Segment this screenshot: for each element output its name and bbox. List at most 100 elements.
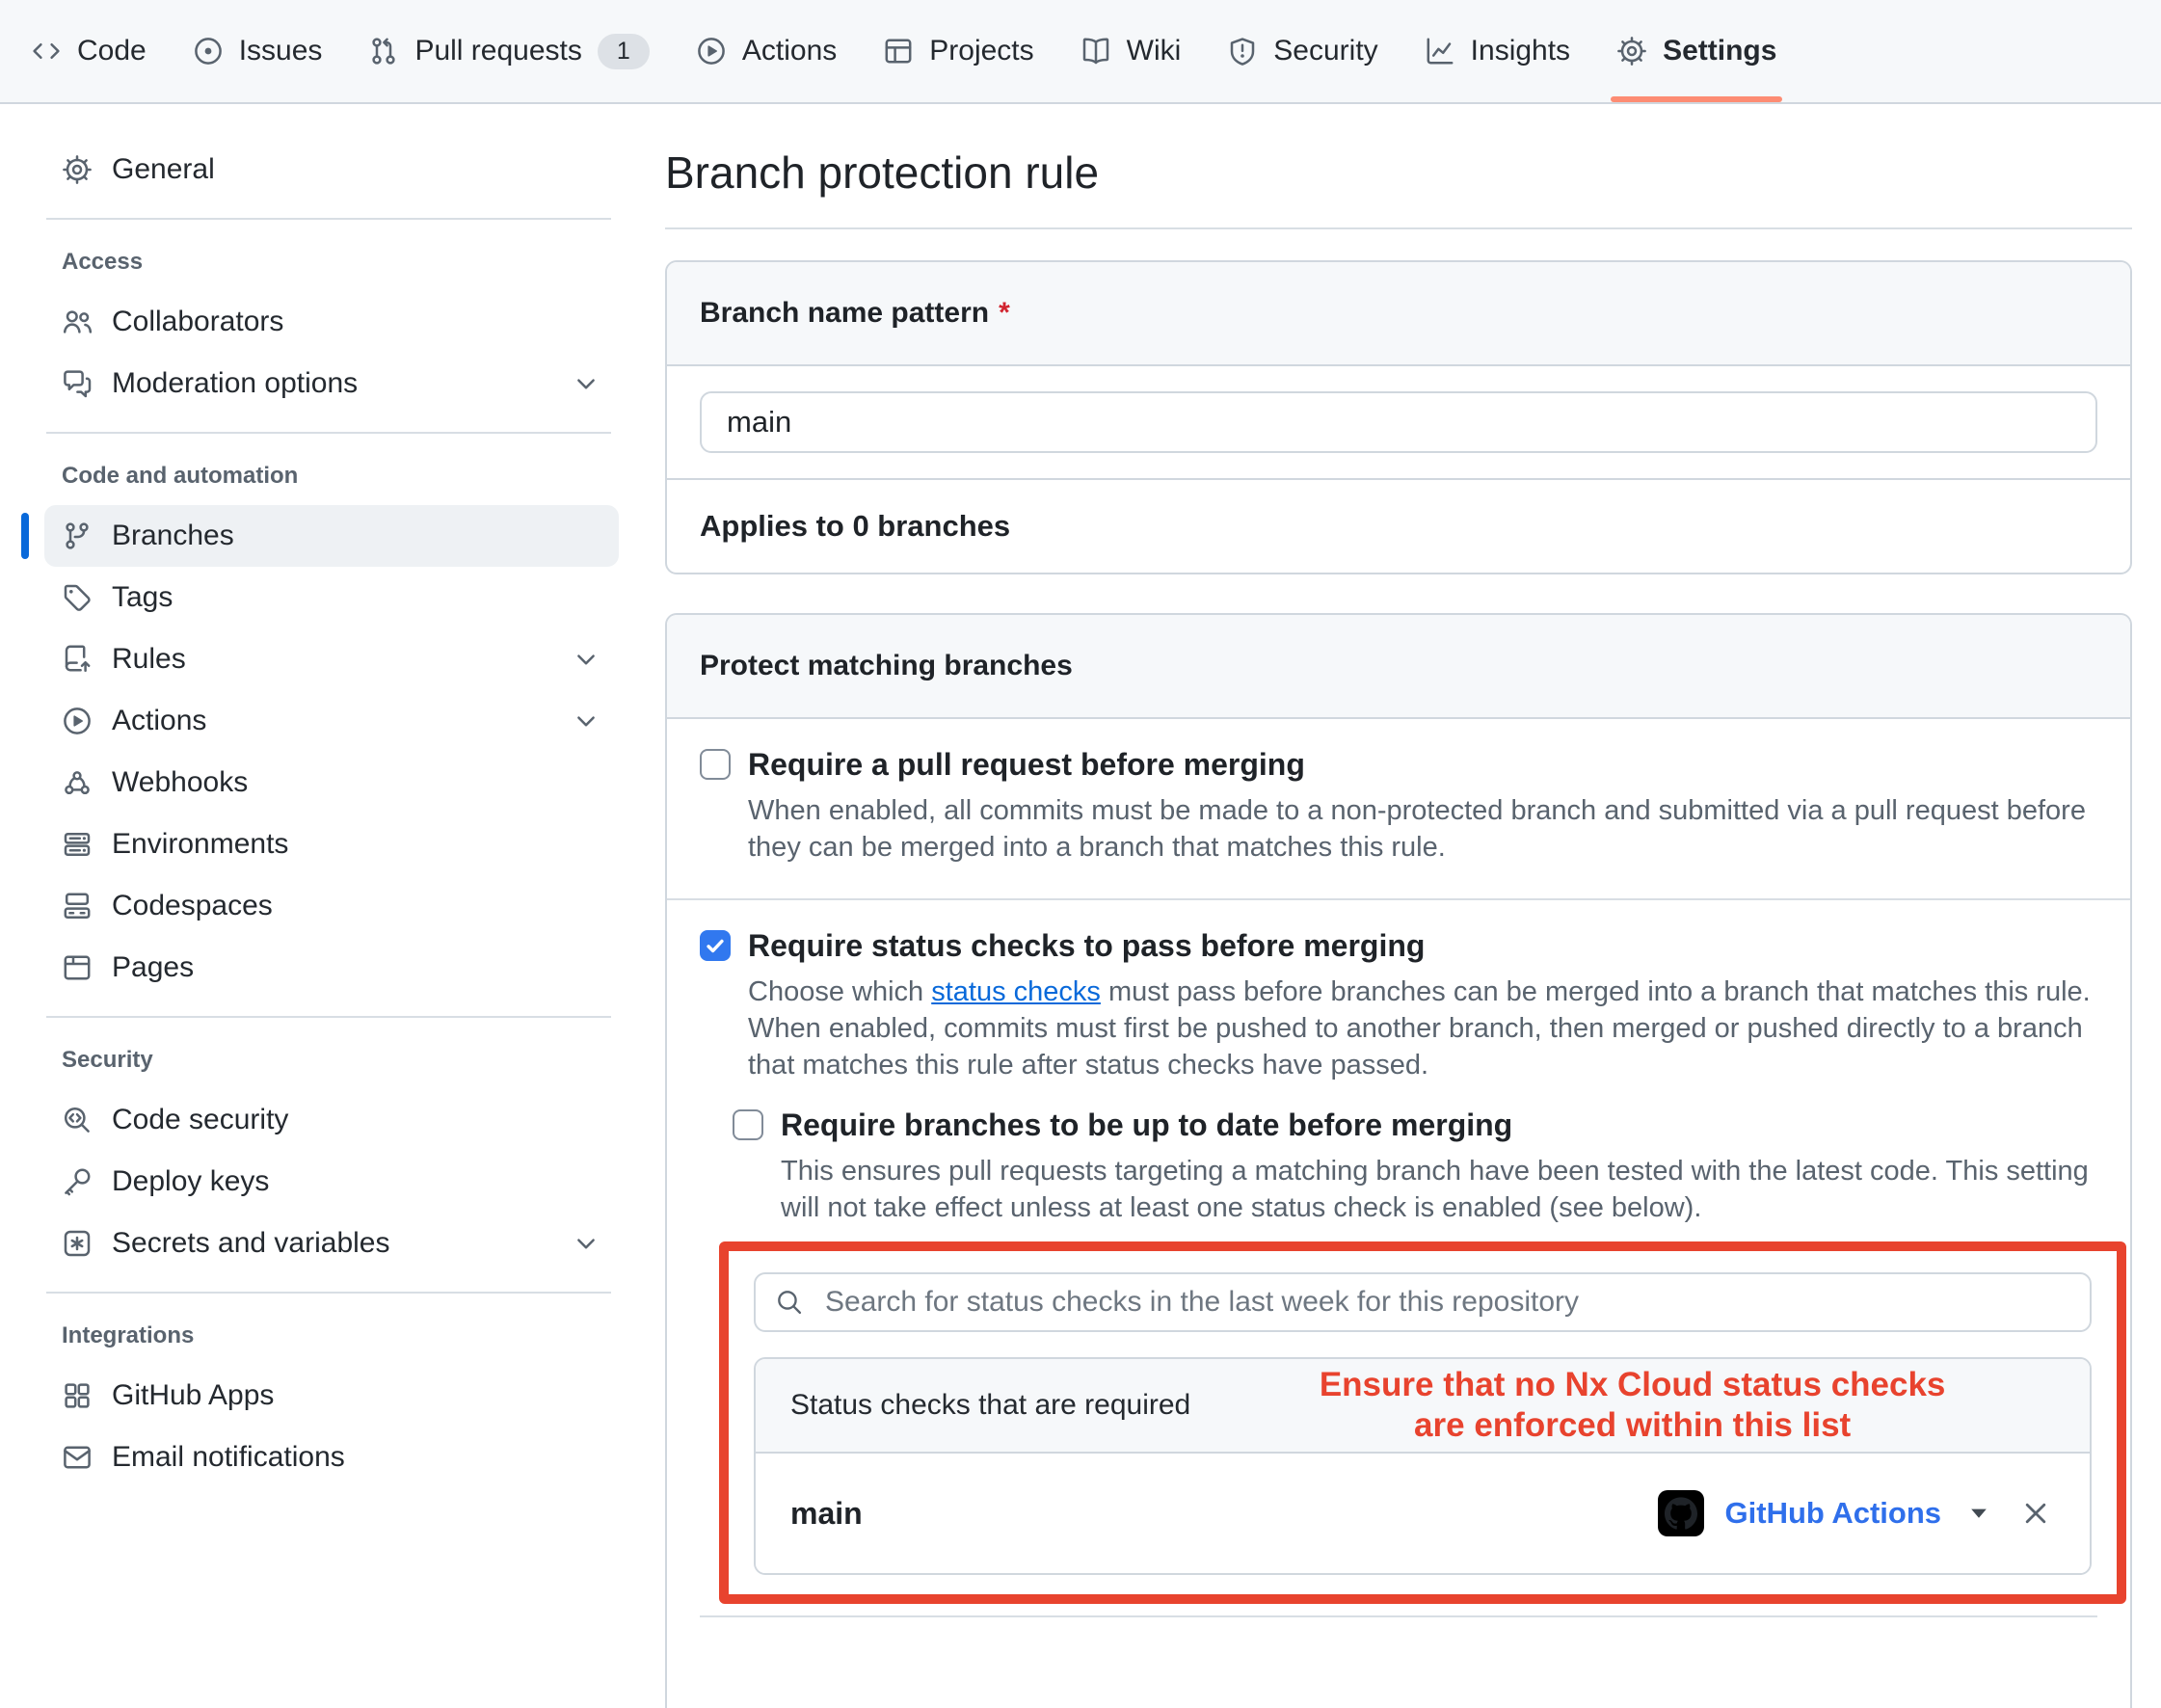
annotation-text: Ensure that no Nx Cloud status checks ar… [1190,1365,2055,1446]
mail-icon [62,1442,93,1473]
status-checks-list-header: Status checks that are required Ensure t… [756,1359,2090,1454]
require-up-to-date-option: Require branches to be up to date before… [733,1105,2097,1226]
issue-opened-icon [193,36,224,67]
sidebar-item-label: GitHub Apps [112,1379,274,1412]
tab-settings[interactable]: Settings [1597,0,1796,102]
sidebar-item-label: Secrets and variables [112,1227,390,1260]
close-icon [2020,1498,2051,1529]
sidebar-item-general[interactable]: General [44,139,619,200]
sidebar-item-github-apps[interactable]: GitHub Apps [44,1365,619,1427]
people-icon [62,307,93,337]
sidebar-item-label: Rules [112,643,186,676]
required-asterisk: * [999,297,1010,329]
sidebar-item-label: Actions [112,705,206,737]
tab-label: Projects [929,35,1033,67]
tab-wiki[interactable]: Wiki [1061,0,1201,102]
sidebar-item-codespaces[interactable]: Codespaces [44,875,619,937]
tab-issues[interactable]: Issues [173,0,342,102]
option-description: When enabled, all commits must be made t… [748,792,2097,866]
rules-icon [62,644,93,675]
remove-status-check-button[interactable] [2016,1494,2055,1533]
require-up-to-date-checkbox[interactable] [733,1109,763,1140]
sidebar-section-code-and-automation: Code and automation [62,463,601,490]
status-check-name: main [790,1496,863,1532]
sidebar-item-environments[interactable]: Environments [44,814,619,875]
tab-label: Issues [239,35,323,67]
branch-name-pattern-label: Branch name pattern [700,297,989,329]
status-checks-search-input[interactable] [754,1272,2092,1332]
option-label: Require a pull request before merging [748,744,2097,785]
sidebar-item-label: Environments [112,828,288,861]
tab-label: Insights [1471,35,1570,67]
tab-actions[interactable]: Actions [677,0,856,102]
github-actions-app-link[interactable]: GitHub Actions [1725,1496,1941,1531]
play-icon [62,706,93,736]
tab-label: Code [77,35,147,67]
sidebar-item-pages[interactable]: Pages [44,937,619,999]
tab-label: Pull requests [414,35,581,67]
subhead-divider [665,227,2132,229]
protect-matching-branches-header: Protect matching branches [667,615,2130,719]
code-icon [31,36,62,67]
sidebar-item-label: Webhooks [112,766,248,799]
tab-pull-requests[interactable]: Pull requests 1 [349,0,668,102]
require-status-checks-option: Require status checks to pass before mer… [667,898,2130,1708]
sidebar-item-label: Collaborators [112,306,283,338]
tab-label: Wiki [1127,35,1182,67]
repo-tab-bar: Code Issues Pull requests 1 Actions Proj… [0,0,2161,104]
codescan-icon [62,1105,93,1135]
require-status-checks-checkbox[interactable] [700,930,731,961]
search-icon [775,1288,804,1317]
github-mark-icon [1658,1490,1704,1536]
chevron-down-icon [571,706,601,736]
next-option-divider [700,1615,2097,1675]
check-icon [704,934,727,957]
applies-to-branches-text: Applies to 0 branches [667,478,2130,573]
table-icon [883,36,914,67]
sidebar-item-moderation-options[interactable]: Moderation options [44,353,619,414]
tab-insights[interactable]: Insights [1405,0,1589,102]
codespaces-icon [62,891,93,921]
sidebar-item-branches[interactable]: Branches [44,505,619,567]
shield-icon [1227,36,1258,67]
status-check-source-dropdown[interactable] [1962,1497,1995,1530]
sidebar-item-label: Deploy keys [112,1165,269,1198]
sidebar-item-tags[interactable]: Tags [44,567,619,628]
option-description: This ensures pull requests targeting a m… [781,1153,2097,1226]
branch-name-pattern-input[interactable] [700,391,2097,453]
tab-code[interactable]: Code [12,0,166,102]
status-checks-search [754,1272,2092,1332]
protect-matching-branches-card: Protect matching branches Require a pull… [665,613,2132,1708]
git-pull-request-icon [368,36,399,67]
tab-projects[interactable]: Projects [864,0,1053,102]
description-text: Choose which [748,976,931,1007]
sidebar-item-label: Branches [112,520,234,552]
sidebar-item-label: Tags [112,581,173,614]
status-checks-link[interactable]: status checks [931,976,1101,1007]
tab-label: Security [1273,35,1377,67]
asterisk-box-icon [62,1228,93,1259]
sidebar-item-actions[interactable]: Actions [44,690,619,752]
chevron-down-icon [571,644,601,675]
sidebar-item-secrets-and-variables[interactable]: Secrets and variables [44,1213,619,1274]
pull-requests-count-badge: 1 [598,34,650,69]
tab-security[interactable]: Security [1208,0,1397,102]
tag-icon [62,582,93,613]
sidebar-item-label: Moderation options [112,367,358,400]
option-description: Choose which status checks must pass bef… [748,974,2097,1083]
sidebar-divider [46,218,611,220]
sidebar-item-email-notifications[interactable]: Email notifications [44,1427,619,1488]
sidebar-item-rules[interactable]: Rules [44,628,619,690]
sidebar-item-collaborators[interactable]: Collaborators [44,291,619,353]
option-label: Require status checks to pass before mer… [748,925,2097,966]
status-check-row-actions: GitHub Actions [1658,1490,2055,1536]
sidebar-item-deploy-keys[interactable]: Deploy keys [44,1151,619,1213]
sidebar-item-label: General [112,153,215,186]
sidebar-item-label: Email notifications [112,1441,345,1474]
require-pull-request-checkbox[interactable] [700,749,731,780]
annotation-line-2: are enforced within this list [1210,1405,2055,1446]
sidebar-divider [46,432,611,434]
caret-down-icon [1966,1501,1991,1526]
sidebar-item-code-security[interactable]: Code security [44,1089,619,1151]
sidebar-item-webhooks[interactable]: Webhooks [44,752,619,814]
